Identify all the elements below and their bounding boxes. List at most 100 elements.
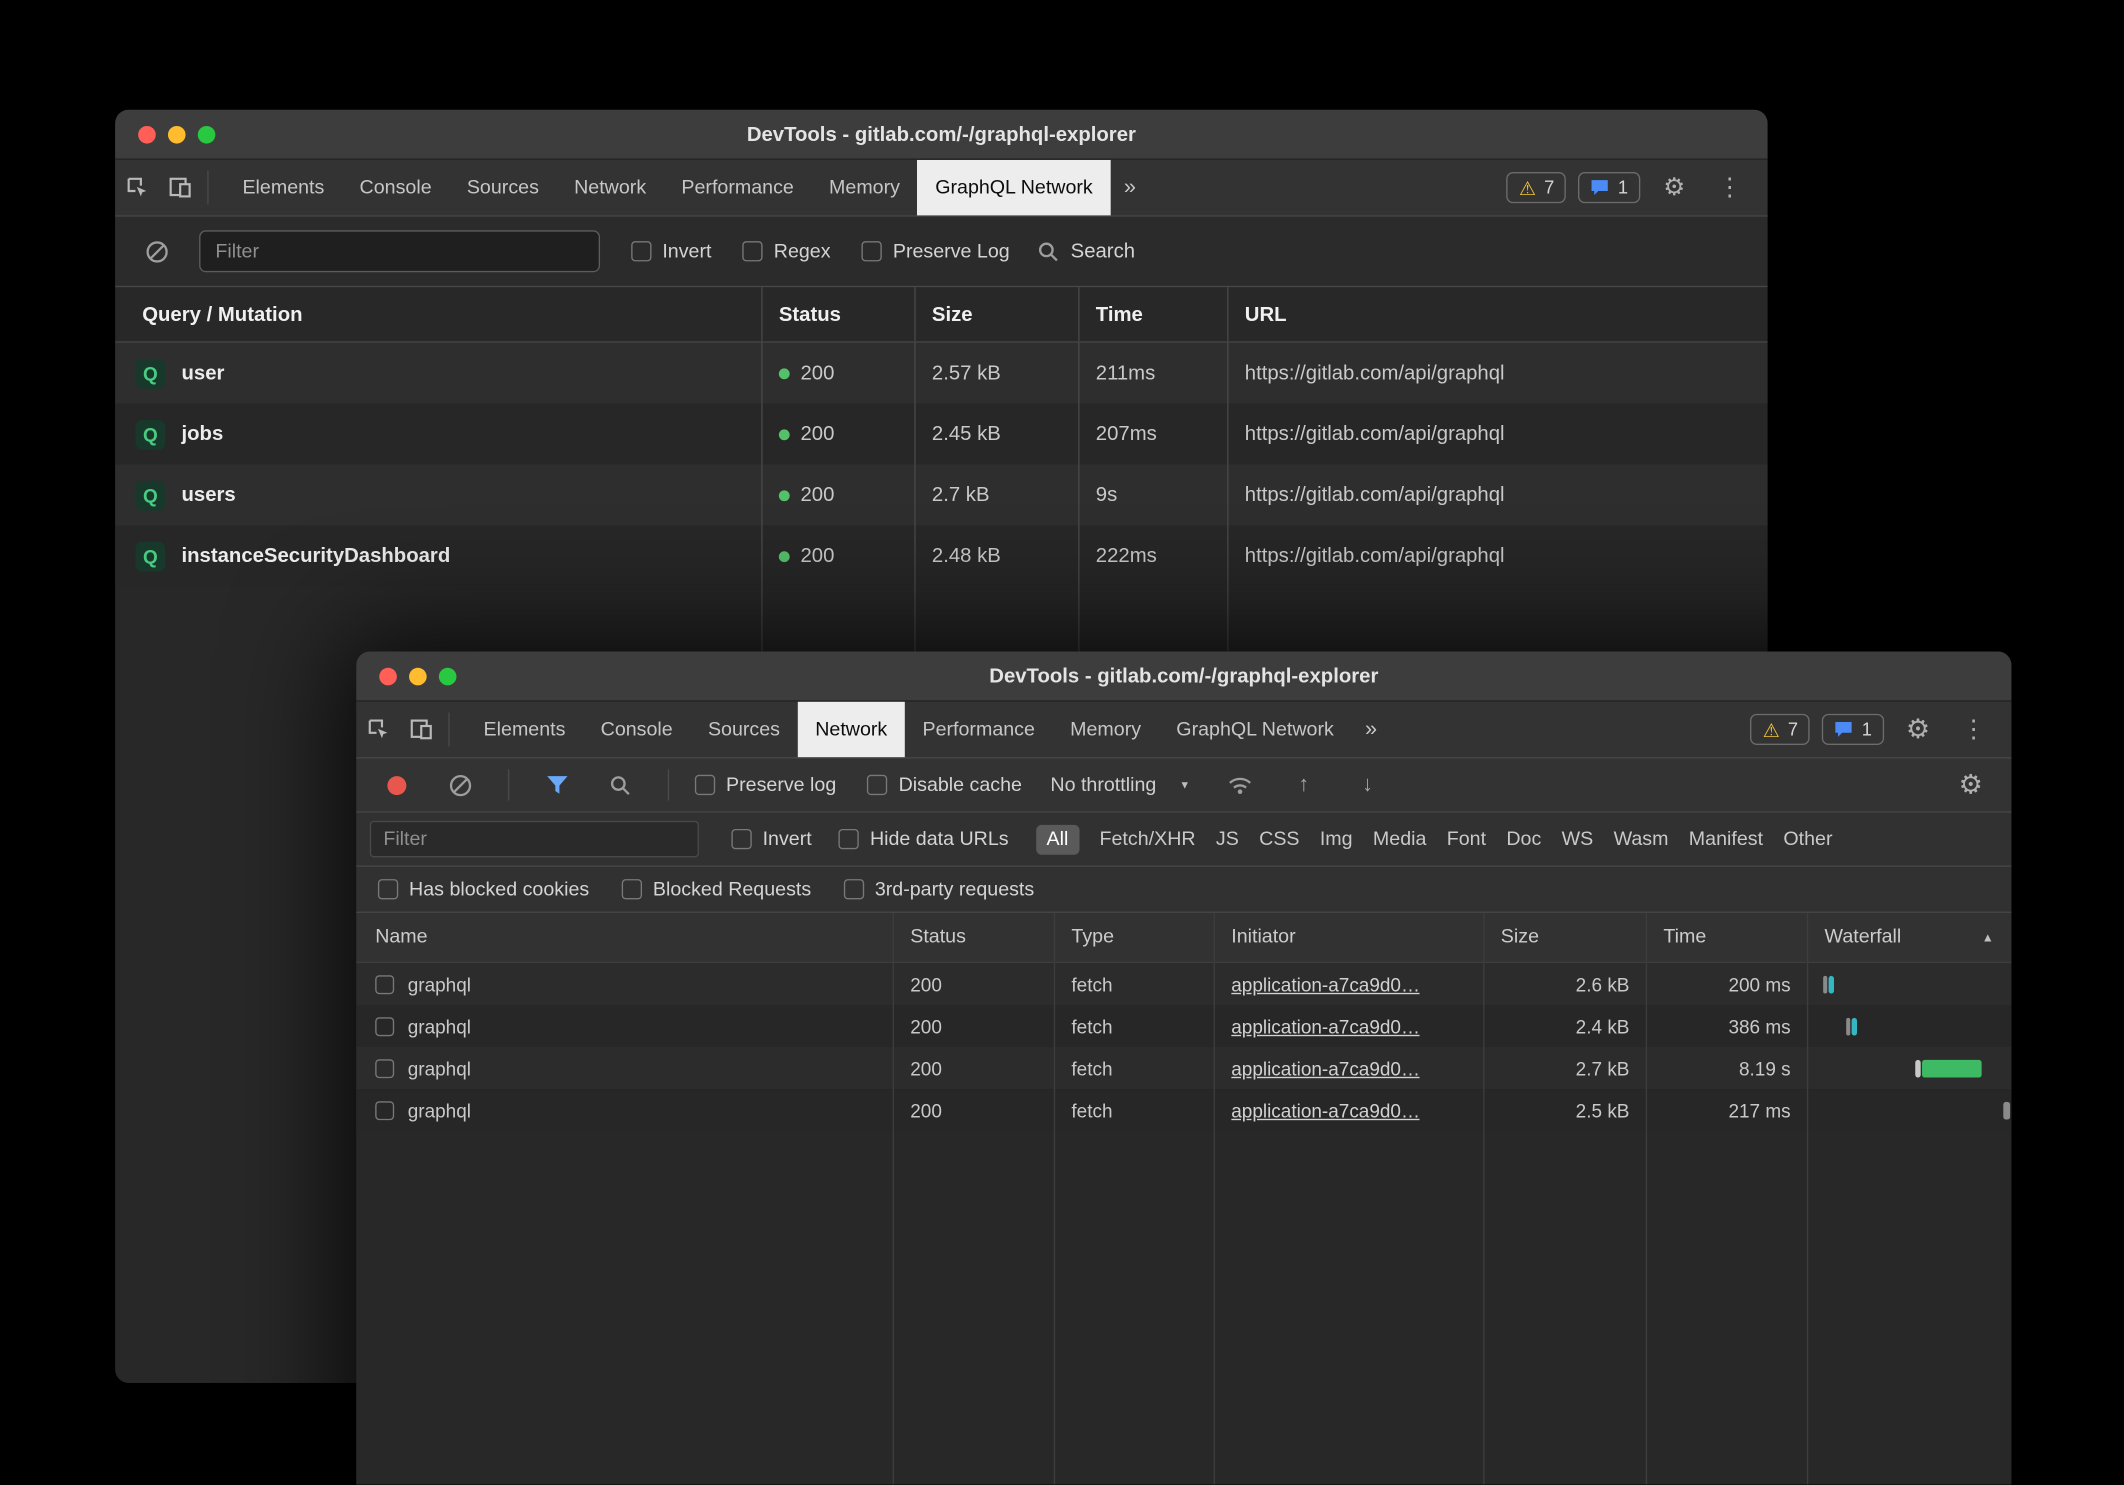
kebab-menu-icon[interactable]: ⋮	[1708, 173, 1751, 201]
initiator-link[interactable]: application-a7ca9d0…	[1231, 973, 1420, 995]
clear-network-log-icon[interactable]	[439, 773, 482, 797]
preserve-log-checkbox[interactable]	[695, 775, 715, 795]
column-header-time[interactable]: Time	[1080, 287, 1229, 341]
more-tabs-icon[interactable]: »	[1110, 160, 1149, 216]
filter-input[interactable]	[199, 230, 600, 272]
table-row[interactable]: QinstanceSecurityDashboard 200 2.48 kB 2…	[115, 526, 1767, 587]
zoom-window-button[interactable]	[439, 667, 457, 685]
regex-checkbox[interactable]	[743, 241, 763, 261]
initiator-link[interactable]: application-a7ca9d0…	[1231, 1015, 1420, 1037]
close-window-button[interactable]	[379, 667, 397, 685]
column-header-size[interactable]: Size	[916, 287, 1080, 341]
filter-type-font[interactable]: Font	[1447, 828, 1486, 850]
third-party-requests-checkbox[interactable]	[844, 879, 864, 899]
filter-type-css[interactable]: CSS	[1259, 828, 1299, 850]
filter-funnel-icon[interactable]	[535, 775, 578, 795]
device-toolbar-icon[interactable]	[400, 702, 443, 758]
network-settings-gear-icon[interactable]: ⚙	[1949, 768, 1992, 802]
column-header-type[interactable]: Type	[1055, 913, 1215, 962]
issues-badge[interactable]: 1	[1822, 714, 1884, 745]
hide-data-urls-checkbox[interactable]	[839, 829, 859, 849]
tab-memory[interactable]: Memory	[1053, 702, 1159, 758]
tab-performance[interactable]: Performance	[905, 702, 1053, 758]
minimize-window-button[interactable]	[409, 667, 427, 685]
filter-type-other[interactable]: Other	[1783, 828, 1832, 850]
filter-type-manifest[interactable]: Manifest	[1689, 828, 1763, 850]
inspect-element-icon[interactable]	[356, 702, 399, 758]
tab-network[interactable]: Network	[557, 160, 664, 216]
warnings-badge[interactable]: ⚠ 7	[1751, 714, 1811, 745]
filter-type-wasm[interactable]: Wasm	[1614, 828, 1669, 850]
tab-console[interactable]: Console	[583, 702, 690, 758]
tab-graphql-network[interactable]: GraphQL Network	[1159, 702, 1352, 758]
column-header-initiator[interactable]: Initiator	[1215, 913, 1485, 962]
throttling-select[interactable]: No throttling ▼	[1050, 774, 1190, 796]
has-blocked-cookies-checkbox[interactable]	[378, 879, 398, 899]
column-header-url[interactable]: URL	[1229, 287, 1768, 341]
table-row[interactable]: graphql 200 fetch application-a7ca9d0… 2…	[356, 1047, 2011, 1089]
tab-sources[interactable]: Sources	[690, 702, 797, 758]
row-checkbox[interactable]	[375, 975, 394, 994]
table-row[interactable]: Qusers 200 2.7 kB 9s https://gitlab.com/…	[115, 465, 1767, 526]
disable-cache-checkbox[interactable]	[867, 775, 887, 795]
zoom-window-button[interactable]	[198, 125, 216, 143]
filter-type-ws[interactable]: WS	[1562, 828, 1594, 850]
preserve-log-checkbox[interactable]	[862, 241, 882, 261]
inspect-element-icon[interactable]	[115, 160, 158, 216]
column-header-name[interactable]: Name	[356, 913, 894, 962]
column-header-status[interactable]: Status	[763, 287, 916, 341]
search-control[interactable]: Search	[1038, 240, 1135, 263]
settings-gear-icon[interactable]: ⚙	[1896, 712, 1939, 746]
warnings-badge[interactable]: ⚠ 7	[1507, 172, 1567, 203]
filter-type-all[interactable]: All	[1036, 824, 1080, 854]
tab-network[interactable]: Network	[798, 702, 905, 758]
more-tabs-icon[interactable]: »	[1351, 702, 1390, 758]
network-conditions-icon[interactable]	[1218, 775, 1261, 795]
tab-console[interactable]: Console	[342, 160, 449, 216]
minimize-window-button[interactable]	[168, 125, 186, 143]
filter-type-doc[interactable]: Doc	[1506, 828, 1541, 850]
settings-gear-icon[interactable]: ⚙	[1652, 173, 1695, 201]
row-checkbox[interactable]	[375, 1017, 394, 1036]
invert-checkbox[interactable]	[731, 829, 751, 849]
close-window-button[interactable]	[138, 125, 156, 143]
table-row[interactable]: graphql 200 fetch application-a7ca9d0… 2…	[356, 963, 2011, 1005]
tab-graphql-network[interactable]: GraphQL Network	[918, 160, 1111, 216]
tab-memory[interactable]: Memory	[811, 160, 917, 216]
filter-type-js[interactable]: JS	[1216, 828, 1239, 850]
column-header-status[interactable]: Status	[894, 913, 1055, 962]
column-header-time[interactable]: Time	[1647, 913, 1808, 962]
clear-block-icon[interactable]	[135, 239, 178, 263]
issues-badge[interactable]: 1	[1579, 172, 1641, 203]
invert-checkbox[interactable]	[631, 241, 651, 261]
import-har-icon[interactable]: ↑	[1282, 773, 1325, 797]
initiator-link[interactable]: application-a7ca9d0…	[1231, 1057, 1420, 1079]
tab-performance[interactable]: Performance	[664, 160, 812, 216]
titlebar[interactable]: DevTools - gitlab.com/-/graphql-explorer	[356, 652, 2011, 702]
table-row[interactable]: graphql 200 fetch application-a7ca9d0… 2…	[356, 1005, 2011, 1047]
device-toolbar-icon[interactable]	[158, 160, 201, 216]
tab-sources[interactable]: Sources	[449, 160, 556, 216]
table-row[interactable]: Quser 200 2.57 kB 211ms https://gitlab.c…	[115, 343, 1767, 404]
column-header-size[interactable]: Size	[1485, 913, 1648, 962]
blocked-requests-checkbox[interactable]	[622, 879, 642, 899]
table-row[interactable]: Qjobs 200 2.45 kB 207ms https://gitlab.c…	[115, 404, 1767, 465]
kebab-menu-icon[interactable]: ⋮	[1952, 715, 1995, 743]
record-network-log-icon[interactable]	[375, 775, 418, 794]
tab-elements[interactable]: Elements	[466, 702, 583, 758]
filter-type-img[interactable]: Img	[1320, 828, 1353, 850]
filter-type-media[interactable]: Media	[1373, 828, 1427, 850]
filter-type-fetch-xhr[interactable]: Fetch/XHR	[1100, 828, 1196, 850]
column-header-waterfall[interactable]: Waterfall ▲	[1808, 913, 2011, 962]
search-icon[interactable]	[599, 774, 642, 796]
column-header-query-mutation[interactable]: Query / Mutation	[115, 287, 762, 341]
row-checkbox[interactable]	[375, 1101, 394, 1120]
filter-input[interactable]	[370, 821, 699, 858]
row-checkbox[interactable]	[375, 1059, 394, 1078]
titlebar[interactable]: DevTools - gitlab.com/-/graphql-explorer	[115, 110, 1767, 160]
initiator-link[interactable]: application-a7ca9d0…	[1231, 1099, 1420, 1121]
table-row[interactable]: graphql 200 fetch application-a7ca9d0… 2…	[356, 1089, 2011, 1131]
waterfall-cell	[1808, 1005, 2011, 1047]
tab-elements[interactable]: Elements	[225, 160, 342, 216]
export-har-icon[interactable]: ↓	[1346, 773, 1389, 797]
